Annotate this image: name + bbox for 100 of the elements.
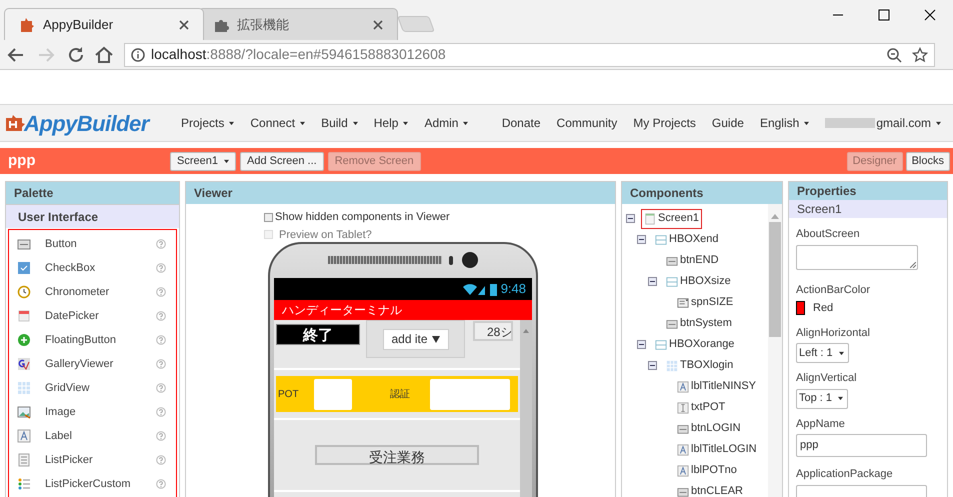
scroll-thumb[interactable] bbox=[769, 222, 781, 337]
palette-item[interactable]: ListPicker bbox=[9, 448, 176, 472]
button-icon bbox=[666, 254, 678, 266]
collapse-icon[interactable] bbox=[648, 361, 657, 370]
palette-item[interactable]: CheckBox bbox=[9, 256, 176, 280]
collapse-icon[interactable] bbox=[637, 235, 646, 244]
help-icon bbox=[156, 287, 166, 297]
palette-item[interactable]: Label bbox=[9, 424, 176, 448]
hbox-icon bbox=[655, 338, 667, 350]
menu-item[interactable]: English bbox=[752, 114, 818, 132]
help-icon bbox=[156, 455, 166, 465]
text-field[interactable]: ppp bbox=[796, 434, 927, 457]
toolbar-button[interactable]: Screen1 bbox=[170, 152, 236, 170]
palette-item[interactable]: Button bbox=[9, 232, 176, 256]
menu-item[interactable]: gmail.com bbox=[817, 114, 949, 132]
help-icon bbox=[156, 383, 166, 393]
hbox-icon bbox=[666, 276, 678, 288]
menu-item[interactable]: Build bbox=[313, 114, 366, 132]
scrollbar[interactable] bbox=[520, 320, 532, 497]
spinner-icon bbox=[677, 296, 689, 308]
palette-item[interactable]: GridView bbox=[9, 376, 176, 400]
help-icon bbox=[156, 479, 166, 489]
list-icon bbox=[17, 477, 31, 491]
spinner[interactable]: add ite bbox=[382, 328, 448, 350]
collapse-icon[interactable] bbox=[648, 277, 657, 286]
url-text: localhost:8888/?locale=en#5946158883012608 bbox=[151, 45, 447, 64]
help-icon bbox=[156, 359, 166, 369]
battery-icon bbox=[490, 282, 497, 296]
checkbox-option[interactable]: Show hidden components in Viewer bbox=[264, 209, 615, 226]
panel-header: Palette bbox=[6, 182, 179, 204]
app-title-bar: ハンディーターミナル bbox=[274, 300, 532, 320]
camera-lens bbox=[462, 252, 478, 268]
tree-item[interactable]: Screen1 bbox=[641, 208, 702, 228]
palette-item[interactable]: Image bbox=[9, 400, 176, 424]
clock-icon bbox=[17, 285, 31, 299]
scroll-up-icon[interactable] bbox=[770, 212, 780, 220]
palette-item[interactable]: FloatingButton bbox=[9, 328, 176, 352]
pot-input[interactable] bbox=[314, 378, 352, 410]
checkbox[interactable] bbox=[264, 212, 273, 222]
star-icon[interactable] bbox=[912, 46, 928, 62]
button-icon bbox=[677, 422, 689, 434]
tree-item[interactable]: btnLOGIN bbox=[674, 418, 744, 438]
view-toggle-button[interactable]: Blocks bbox=[906, 152, 950, 170]
tree-item[interactable]: btnSystem bbox=[663, 314, 735, 334]
browser-tab[interactable]: AppyBuilder bbox=[4, 8, 204, 40]
palette-item[interactable]: DatePicker bbox=[9, 304, 176, 328]
toolbar-button[interactable]: Add Screen ... bbox=[240, 152, 324, 170]
label-icon bbox=[17, 429, 31, 443]
menu-item[interactable]: Community bbox=[548, 114, 626, 132]
tree-item[interactable]: TBOXlogin bbox=[663, 356, 736, 376]
tree-item[interactable]: btnEND bbox=[663, 250, 722, 270]
tree-item[interactable]: HBOXsize bbox=[663, 272, 734, 292]
label-icon bbox=[677, 444, 689, 456]
palette-item[interactable]: GalleryViewer bbox=[9, 352, 176, 376]
color-picker[interactable]: Red bbox=[796, 300, 940, 316]
palette-item[interactable]: Chronometer bbox=[9, 280, 176, 304]
dropdown[interactable]: Left : 1 bbox=[796, 343, 849, 363]
tree-item[interactable]: spnSIZE bbox=[674, 292, 736, 312]
appybuilder-logo[interactable]: AppyBuilder bbox=[4, 106, 169, 140]
palette-item[interactable]: ListPickerCustom bbox=[9, 472, 176, 496]
info-icon bbox=[131, 48, 145, 62]
menu-item[interactable]: My Projects bbox=[625, 114, 704, 132]
address-bar[interactable]: localhost:8888/?locale=en#5946158883012608 bbox=[124, 42, 935, 66]
tree-item[interactable]: lblPOTno bbox=[674, 460, 740, 480]
text-area-field[interactable] bbox=[796, 244, 918, 270]
menu-item[interactable]: Connect bbox=[242, 114, 314, 132]
menu-item[interactable]: Help bbox=[366, 114, 416, 132]
panel-header: Properties bbox=[789, 182, 947, 200]
tree-item[interactable]: lblTitleNINSY bbox=[674, 376, 759, 396]
panel-header: Viewer bbox=[186, 182, 615, 204]
tree-item[interactable]: lblTitleLOGIN bbox=[674, 440, 760, 460]
property-label: ActionBarColor bbox=[796, 282, 870, 298]
menu-item[interactable]: Donate bbox=[494, 114, 549, 132]
menu-item[interactable]: Projects bbox=[173, 114, 242, 132]
collapse-icon[interactable] bbox=[626, 214, 635, 223]
tree-item[interactable]: btnCLEAR bbox=[674, 482, 746, 497]
pot-label: POT bbox=[278, 388, 300, 402]
dropdown[interactable]: Top : 1 bbox=[796, 388, 848, 408]
blurred-text bbox=[825, 118, 876, 128]
button-icon bbox=[666, 318, 678, 330]
screen-icon bbox=[644, 212, 656, 224]
help-icon bbox=[156, 431, 166, 441]
new-tab-button[interactable] bbox=[397, 16, 435, 32]
tree-item[interactable]: HBOXorange bbox=[652, 334, 738, 354]
tree-item[interactable]: txtPOT bbox=[674, 398, 728, 418]
order-button[interactable]: 受注業務 bbox=[315, 445, 479, 465]
property-label: ApplicationPackage bbox=[796, 467, 893, 482]
tree-item[interactable]: HBOXend bbox=[652, 230, 722, 250]
scrollbar[interactable] bbox=[768, 204, 782, 497]
end-button[interactable]: 終了 bbox=[276, 324, 360, 345]
auth-input[interactable] bbox=[430, 378, 510, 410]
collapse-icon[interactable] bbox=[637, 340, 646, 349]
property-label: AppName bbox=[796, 416, 845, 432]
cut-off-button[interactable]: 28シ bbox=[473, 321, 513, 341]
menu-item[interactable]: Guide bbox=[704, 114, 752, 132]
palette-category[interactable]: User Interface bbox=[6, 204, 179, 228]
puzzle-logo-icon bbox=[19, 16, 35, 32]
zoom-icon[interactable] bbox=[886, 46, 902, 62]
menu-item[interactable]: Admin bbox=[416, 114, 476, 132]
grid-icon bbox=[17, 381, 31, 395]
